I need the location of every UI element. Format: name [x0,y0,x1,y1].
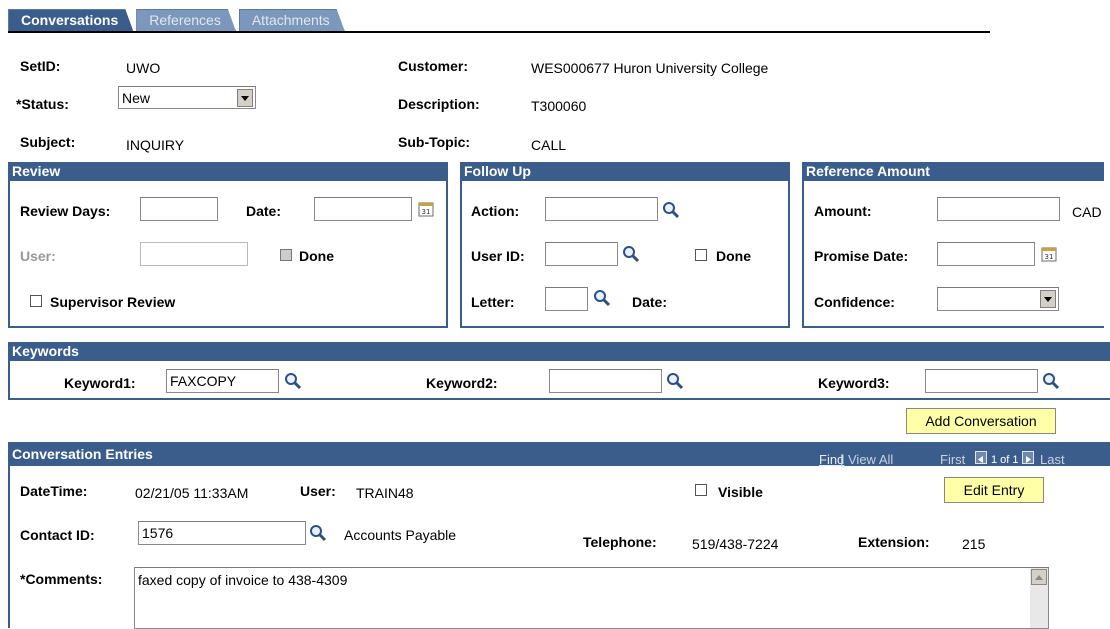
first-link[interactable]: First [940,452,965,467]
contact-id-value: 1576 [142,525,174,541]
promise-date-label: Promise Date: [814,248,909,264]
last-link[interactable]: Last [1040,452,1065,467]
customer-label: Customer: [398,58,469,74]
review-header: Review [10,162,446,181]
action-input[interactable] [545,197,658,221]
visible-checkbox[interactable] [695,484,707,496]
keyword2-label: Keyword2: [426,375,498,391]
confidence-select[interactable] [937,287,1059,311]
description-value: T300060 [531,98,587,114]
subject-value: INQUIRY [126,137,185,153]
review-days-label: Review Days: [20,203,111,219]
search-icon[interactable] [283,371,303,391]
calendar-icon[interactable]: 31 [1041,246,1057,262]
extension-value: 215 [962,536,986,552]
action-label: Action: [471,203,520,219]
comments-label: *Comments: [20,571,103,587]
page-count: 1 of 1 [991,454,1019,466]
svg-text:31: 31 [422,208,431,216]
add-conversation-button[interactable]: Add Conversation [906,408,1056,434]
scroll-up-icon[interactable] [1031,569,1047,585]
keyword1-label: Keyword1: [64,375,136,391]
comments-value: faxed copy of invoice to 438-4309 [138,572,348,588]
search-icon[interactable] [621,244,641,264]
tab-attachments[interactable]: Attachments [239,9,345,31]
telephone-value: 519/438-7224 [692,536,779,552]
svg-text:31: 31 [1045,253,1054,261]
view-all-link[interactable]: View All [848,452,893,467]
supervisor-review-checkbox[interactable] [30,295,42,307]
search-icon[interactable] [1041,371,1061,391]
nav-separator: | [840,452,844,467]
extension-label: Extension: [858,534,930,550]
search-icon[interactable] [661,200,681,220]
promise-date-input[interactable] [937,242,1035,266]
contact-id-label: Contact ID: [20,527,95,543]
reference-amount-header: Reference Amount [804,162,1104,181]
description-label: Description: [398,96,480,112]
supervisor-review-label: Supervisor Review [50,294,176,310]
keyword1-value: FAXCOPY [170,373,237,389]
contact-name: Accounts Payable [344,527,457,543]
keyword2-input[interactable] [549,369,662,393]
chevron-down-icon[interactable] [237,89,253,107]
search-icon[interactable] [592,288,612,308]
datetime-label: DateTime: [20,483,88,499]
comments-textarea[interactable]: faxed copy of invoice to 438-4309 [134,567,1049,629]
tab-bar: Conversations References Attachments [8,9,348,31]
chevron-down-icon[interactable] [1040,290,1056,308]
previous-arrow-icon[interactable] [975,451,987,464]
userid-input[interactable] [545,242,618,266]
search-icon[interactable] [308,523,328,543]
telephone-label: Telephone: [583,534,657,550]
amount-label: Amount: [814,203,872,219]
tab-conversations[interactable]: Conversations [8,9,133,31]
comments-scrollbar[interactable] [1030,568,1048,628]
setid-value: UWO [126,60,161,76]
setid-label: SetID: [20,58,61,74]
keyword3-label: Keyword3: [818,375,890,391]
visible-label: Visible [718,484,763,500]
keyword1-input[interactable]: FAXCOPY [166,369,279,393]
status-select[interactable]: New [118,86,256,109]
search-icon[interactable] [665,371,685,391]
review-date-input[interactable] [314,197,412,221]
userid-label: User ID: [471,248,525,264]
entry-user-value: TRAIN48 [356,485,414,501]
status-label: *Status: [16,96,69,112]
letter-label: Letter: [471,294,515,310]
amount-input[interactable] [937,197,1060,221]
next-arrow-icon[interactable] [1022,451,1034,464]
review-days-input[interactable] [140,197,218,221]
followup-date-label: Date: [632,294,668,310]
subject-label: Subject: [20,134,76,150]
letter-input[interactable] [545,287,588,311]
customer-value: WES000677 Huron University College [531,60,769,76]
review-user-label: User: [20,248,56,264]
subtopic-label: Sub-Topic: [398,134,471,150]
followup-done-checkbox[interactable] [695,249,707,261]
tab-references[interactable]: References [136,9,236,31]
review-date-label: Date: [246,203,282,219]
keyword3-input[interactable] [925,369,1038,393]
contact-id-input[interactable]: 1576 [138,521,306,545]
keywords-header: Keywords [10,342,1110,361]
status-selected-value: New [122,90,151,106]
datetime-value: 02/21/05 11:33AM [135,485,249,501]
edit-entry-button[interactable]: Edit Entry [944,477,1044,503]
review-done-checkbox[interactable] [280,249,292,261]
subtopic-value: CALL [531,137,567,153]
followup-header: Follow Up [462,162,788,181]
calendar-icon[interactable]: 31 [418,201,434,217]
review-done-label: Done [299,248,334,264]
currency-code: CAD [1072,204,1102,220]
review-user-input[interactable] [140,242,248,266]
entry-user-label: User: [300,483,336,499]
confidence-label: Confidence: [814,294,895,310]
tab-underline [8,31,990,33]
followup-done-label: Done [716,248,751,264]
